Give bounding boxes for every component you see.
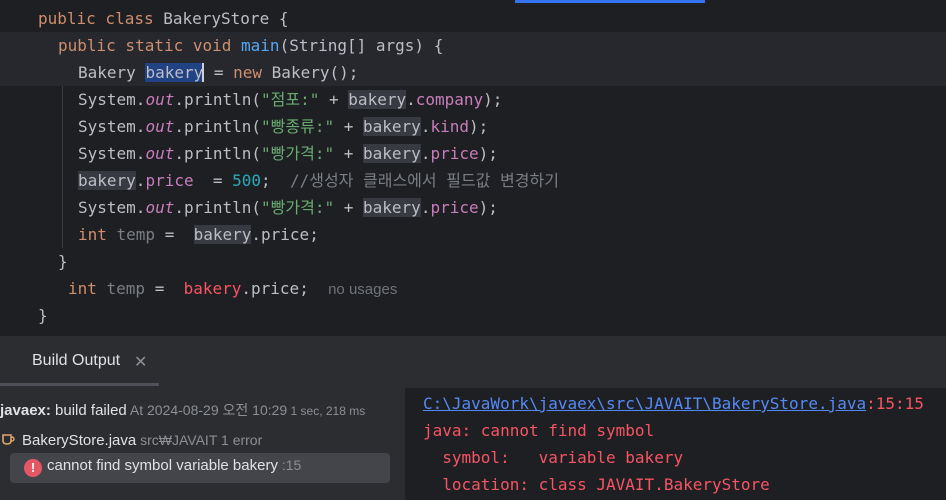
code-comment: //생성자 클래스에서 필드값 변경하기 <box>289 171 559 190</box>
code-editor[interactable]: public class BakeryStore { public static… <box>0 0 946 336</box>
console-line-2: java: cannot find symbol <box>423 421 655 440</box>
code-line-8[interactable]: System.out.println("빵가격:" + bakery.price… <box>0 194 946 221</box>
code-line-7[interactable]: bakery.price = 500; //생성자 클래스에서 필드값 변경하기 <box>0 167 946 194</box>
console-line-3: symbol: variable bakery <box>423 448 684 467</box>
code-line-2[interactable]: public static void main(String[] args) { <box>0 32 946 59</box>
tree-error-item[interactable]: ! cannot find symbol variable bakery :15 <box>10 453 390 483</box>
code-line-10[interactable]: } <box>0 248 946 275</box>
close-icon[interactable]: ✕ <box>134 352 147 372</box>
build-console: C:\JavaWork\javaex\src\JAVAIT\BakeryStor… <box>405 388 946 500</box>
unresolved-symbol: bakery <box>183 279 242 298</box>
build-panel-header: Build Output ✕ <box>0 336 946 388</box>
tab-build-output[interactable]: Build Output <box>32 352 120 370</box>
error-icon: ! <box>24 459 42 477</box>
inlay-hint: no usages <box>328 281 398 298</box>
code-line-4[interactable]: System.out.println("점포:" + bakery.compan… <box>0 86 946 113</box>
java-file-icon <box>2 434 15 445</box>
tree-file[interactable]: BakeryStore.java src₩JAVAIT 1 error <box>0 428 262 452</box>
console-line-4: location: class JAVAIT.BakeryStore <box>423 475 770 494</box>
code-line-11[interactable]: int temp = bakery.price; no usages <box>0 275 946 302</box>
code-line-9[interactable]: int temp = bakery.price; <box>0 221 946 248</box>
tab-underline <box>0 383 159 386</box>
code-line-6[interactable]: System.out.println("빵가격:" + bakery.price… <box>0 140 946 167</box>
console-line-1: C:\JavaWork\javaex\src\JAVAIT\BakeryStor… <box>423 394 924 413</box>
active-tab-indicator <box>515 0 705 3</box>
code-line-5[interactable]: System.out.println("빵종류:" + bakery.kind)… <box>0 113 946 140</box>
build-tree: javaex: build failed At 2024-08-29 오전 10… <box>0 388 405 500</box>
code-line-12[interactable]: } <box>0 302 946 329</box>
selected-variable: bakery <box>145 63 204 82</box>
tree-root[interactable]: javaex: build failed At 2024-08-29 오전 10… <box>0 398 365 422</box>
code-line-3[interactable]: Bakery bakery = new Bakery(); <box>0 59 946 86</box>
file-link[interactable]: C:\JavaWork\javaex\src\JAVAIT\BakeryStor… <box>423 394 866 413</box>
code-line-1[interactable]: public class BakeryStore { <box>0 5 946 32</box>
